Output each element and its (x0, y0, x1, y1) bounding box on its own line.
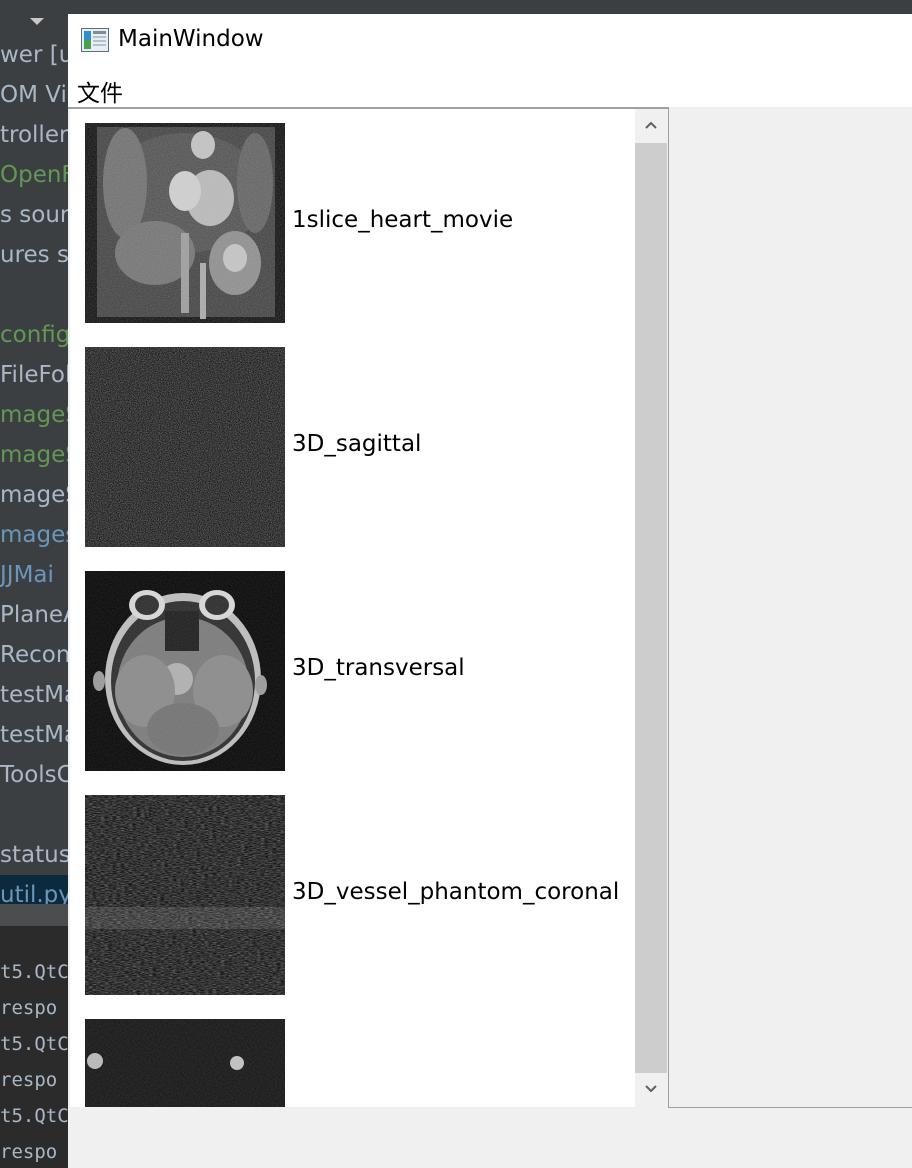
image-list[interactable]: 1slice_heart_movie 3D_sagittal 3D_transv… (70, 109, 666, 1107)
project-tree-item[interactable]: OpenF (0, 155, 68, 195)
console-line: respo (0, 1141, 58, 1163)
project-tree-item[interactable]: OM Vi (0, 75, 67, 115)
dropdown-arrow-icon[interactable] (30, 18, 44, 25)
vessel-phantom-thumbnail (85, 795, 285, 995)
project-tree-item[interactable]: wer [ur (0, 38, 68, 75)
brain-mri-thumbnail (85, 571, 285, 771)
noise-mri-thumbnail (85, 347, 285, 547)
scrollbar-thumb[interactable] (635, 143, 667, 1073)
console-line: t5.QtC (0, 1105, 68, 1127)
ide-splitter[interactable] (0, 904, 68, 926)
scroll-up-button[interactable] (635, 109, 667, 143)
project-tree-item[interactable]: ToolsC (0, 755, 68, 795)
console-line: t5.QtC (0, 1033, 68, 1055)
heart-mri-thumbnail (85, 123, 285, 323)
menu-file[interactable]: 文件 (76, 74, 124, 108)
title-bar[interactable]: MainWindow (68, 14, 912, 70)
list-item[interactable]: 3D_sagittal (85, 347, 645, 547)
chevron-down-icon (645, 1085, 657, 1093)
menu-bar: 文件 (68, 70, 912, 108)
project-tree-item[interactable]: mageS (0, 435, 68, 475)
console-line: respo (0, 1069, 58, 1091)
project-tree-item[interactable]: ures sc (0, 235, 68, 275)
app-window-icon (81, 28, 109, 52)
preview-panel (668, 107, 912, 1108)
project-tree-item[interactable]: status. (0, 835, 68, 875)
project-tree-item[interactable]: mageS (0, 475, 68, 515)
list-item[interactable]: 1slice_heart_movie (85, 123, 645, 323)
project-tree-item[interactable]: Recons (0, 635, 68, 675)
console-line: respo (0, 997, 58, 1019)
project-tree: wer [urOM VitrollerOpenFs sourcures sc co… (0, 38, 68, 904)
project-tree-item[interactable]: mages (0, 515, 68, 555)
project-tree-item[interactable]: testMa (0, 675, 68, 715)
project-tree-item[interactable]: FileFol (0, 355, 68, 395)
vertical-scrollbar[interactable] (635, 109, 667, 1107)
list-item[interactable]: 3D_vessel_phantom_coronal (85, 795, 645, 995)
project-tree-item[interactable]: testMa (0, 715, 68, 755)
scroll-down-button[interactable] (635, 1073, 667, 1107)
run-console: t5.QtC respo t5.QtC respo t5.QtC respo (0, 926, 68, 1168)
list-item[interactable]: 3D_transversal (85, 571, 645, 771)
list-item-label: 3D_sagittal (292, 431, 422, 457)
list-item-label: 1slice_heart_movie (292, 207, 514, 233)
project-tree-item[interactable]: config. (0, 315, 68, 355)
project-tree-item[interactable]: troller (0, 115, 68, 155)
list-item-label: 3D_transversal (292, 655, 465, 681)
project-tree-item[interactable]: PlaneA (0, 595, 68, 635)
main-window: MainWindow 文件 1slice_heart_movie 3D_sagi… (68, 14, 912, 1168)
console-line: t5.QtC (0, 961, 68, 983)
list-item[interactable] (85, 1019, 645, 1107)
chevron-up-icon (645, 121, 657, 129)
project-tree-item[interactable]: mageS (0, 395, 68, 435)
project-tree-item[interactable]: JJMai (0, 555, 54, 595)
project-tree-item[interactable]: s sourc (0, 195, 68, 235)
window-title: MainWindow (118, 26, 264, 52)
project-tree-item[interactable]: util.py (0, 875, 68, 904)
list-item-label: 3D_vessel_phantom_coronal (292, 879, 620, 905)
phantom-dots-thumbnail (85, 1019, 285, 1107)
